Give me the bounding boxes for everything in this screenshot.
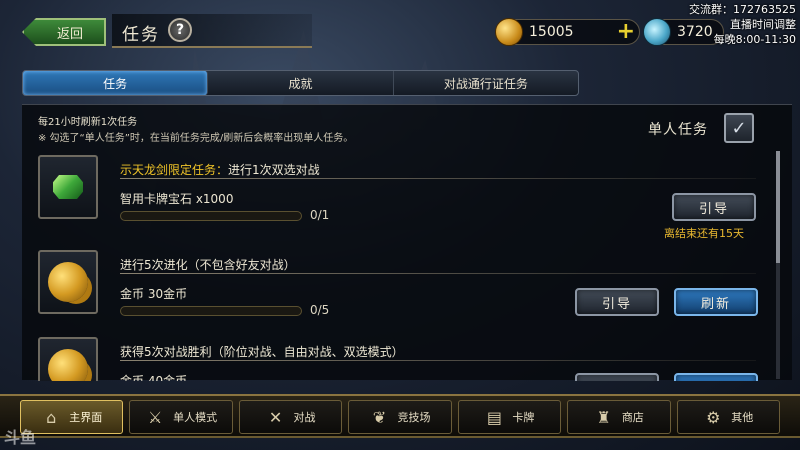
laurel-icon: ❦	[372, 407, 387, 427]
tab-battle-pass[interactable]: 对战通行证任务	[394, 71, 578, 95]
task-item: 进行5次进化（不包含好友对战） 金币 30金币 0/5 引导 刷新	[38, 250, 768, 332]
crossed-swords-icon: ✕	[268, 407, 283, 427]
gem-amount: 3720	[677, 24, 713, 40]
progress-bar	[120, 211, 302, 221]
back-button[interactable]: 返回	[22, 18, 106, 46]
nav-other[interactable]: ⚙ 其他	[676, 400, 780, 434]
gold-counter: 15005 +	[495, 18, 640, 46]
shop-icon: ♜	[596, 407, 611, 427]
divider	[120, 178, 756, 179]
reward-frame	[38, 250, 98, 314]
coins-icon	[48, 349, 88, 381]
stream-overlay-time: 每晚8:00-11:30	[713, 33, 796, 46]
sword-icon: ⚔	[147, 407, 163, 427]
task-title: 获得5次对战胜利（阶位对战、自由对战、双选模式）	[120, 345, 404, 359]
solo-task-label: 单人任务	[648, 122, 708, 138]
watermark-logo: 斗鱼	[4, 428, 37, 447]
nav-label: 卡牌	[512, 411, 535, 424]
progress-text: 0/5	[310, 303, 330, 317]
progress-text: 0/1	[310, 208, 330, 222]
task-title: 示天龙剑限定任务：进行1次双选对战	[120, 161, 320, 178]
tab-bar: 任务 成就 对战通行证任务	[22, 70, 579, 96]
nav-label: 商店	[621, 411, 644, 424]
refresh-info: 每21小时刷新1次任务	[38, 117, 138, 128]
nav-arena[interactable]: ❦ 竞技场	[348, 400, 452, 434]
scrollbar[interactable]	[776, 151, 780, 379]
nav-label: 竞技场	[397, 411, 431, 424]
task-item: 获得5次对战胜利（阶位对战、自由对战、双选模式） 金币 40金币 引导 刷新	[38, 337, 768, 381]
stream-overlay-group: 交流群：172763525	[689, 3, 796, 16]
gem-counter: 3720	[643, 18, 724, 46]
guide-button[interactable]: 引导	[672, 193, 756, 221]
question-icon[interactable]: ?	[168, 18, 192, 42]
nav-label: 主界面	[69, 411, 103, 424]
tab-achievements[interactable]: 成就	[208, 71, 394, 95]
refresh-button[interactable]: 刷新	[674, 373, 758, 381]
plus-icon[interactable]: +	[617, 21, 635, 43]
scrollbar-thumb[interactable]	[776, 151, 780, 263]
guide-button[interactable]: 引导	[575, 288, 659, 316]
limited-tag: 示天龙剑限定任务：	[120, 163, 229, 177]
gold-amount: 15005	[529, 24, 574, 40]
task-item: 示天龙剑限定任务：进行1次双选对战 智用卡牌宝石 x1000 0/1 引导 离结…	[38, 155, 768, 240]
nav-single-player[interactable]: ⚔ 单人模式	[129, 400, 233, 434]
bottom-nav: ⌂ 主界面 ⚔ 单人模式 ✕ 对战 ❦ 竞技场 ▤ 卡牌 ♜ 商店 ⚙ 其他	[0, 394, 800, 438]
nav-label: 对战	[293, 411, 316, 424]
nav-cards[interactable]: ▤ 卡牌	[457, 400, 562, 434]
cards-icon: ▤	[486, 407, 502, 427]
home-icon: ⌂	[46, 407, 57, 427]
task-reward: 金币 30金币	[120, 287, 188, 301]
refresh-button[interactable]: 刷新	[674, 288, 758, 316]
crystal-icon	[643, 18, 671, 46]
emerald-icon	[53, 175, 83, 199]
nav-label: 其他	[731, 411, 754, 424]
page-title: 任务	[122, 25, 160, 45]
tab-tasks[interactable]: 任务	[23, 71, 209, 95]
divider	[120, 273, 756, 274]
countdown-text: 离结束还有15天	[664, 227, 744, 240]
task-panel: 每21小时刷新1次任务 ※ 勾选了“单人任务”时，在当前任务完成/刷新后会概率出…	[22, 104, 792, 381]
coins-icon	[48, 262, 88, 302]
more-icon: ⚙	[706, 407, 721, 427]
reward-frame	[38, 155, 98, 219]
solo-task-checkbox[interactable]: ✓	[724, 113, 754, 143]
title-bar: 任务 ?	[112, 14, 312, 48]
progress-bar	[120, 306, 302, 316]
nav-battle[interactable]: ✕ 对战	[238, 400, 343, 434]
reward-frame	[38, 337, 98, 381]
nav-label: 单人模式	[173, 411, 218, 424]
solo-task-note: ※ 勾选了“单人任务”时，在当前任务完成/刷新后会概率出现单人任务。	[38, 133, 354, 144]
guide-button[interactable]: 引导	[575, 373, 659, 381]
divider	[120, 360, 756, 361]
task-reward: 金币 40金币	[120, 374, 188, 381]
stream-overlay-notice: 直播时间调整	[730, 18, 796, 31]
nav-shop[interactable]: ♜ 商店	[567, 400, 671, 434]
task-title-text: 进行1次双选对战	[228, 163, 320, 177]
task-title: 进行5次进化（不包含好友对战）	[120, 258, 296, 272]
gold-coin-icon	[495, 18, 523, 46]
task-reward: 智用卡牌宝石 x1000	[120, 192, 234, 206]
